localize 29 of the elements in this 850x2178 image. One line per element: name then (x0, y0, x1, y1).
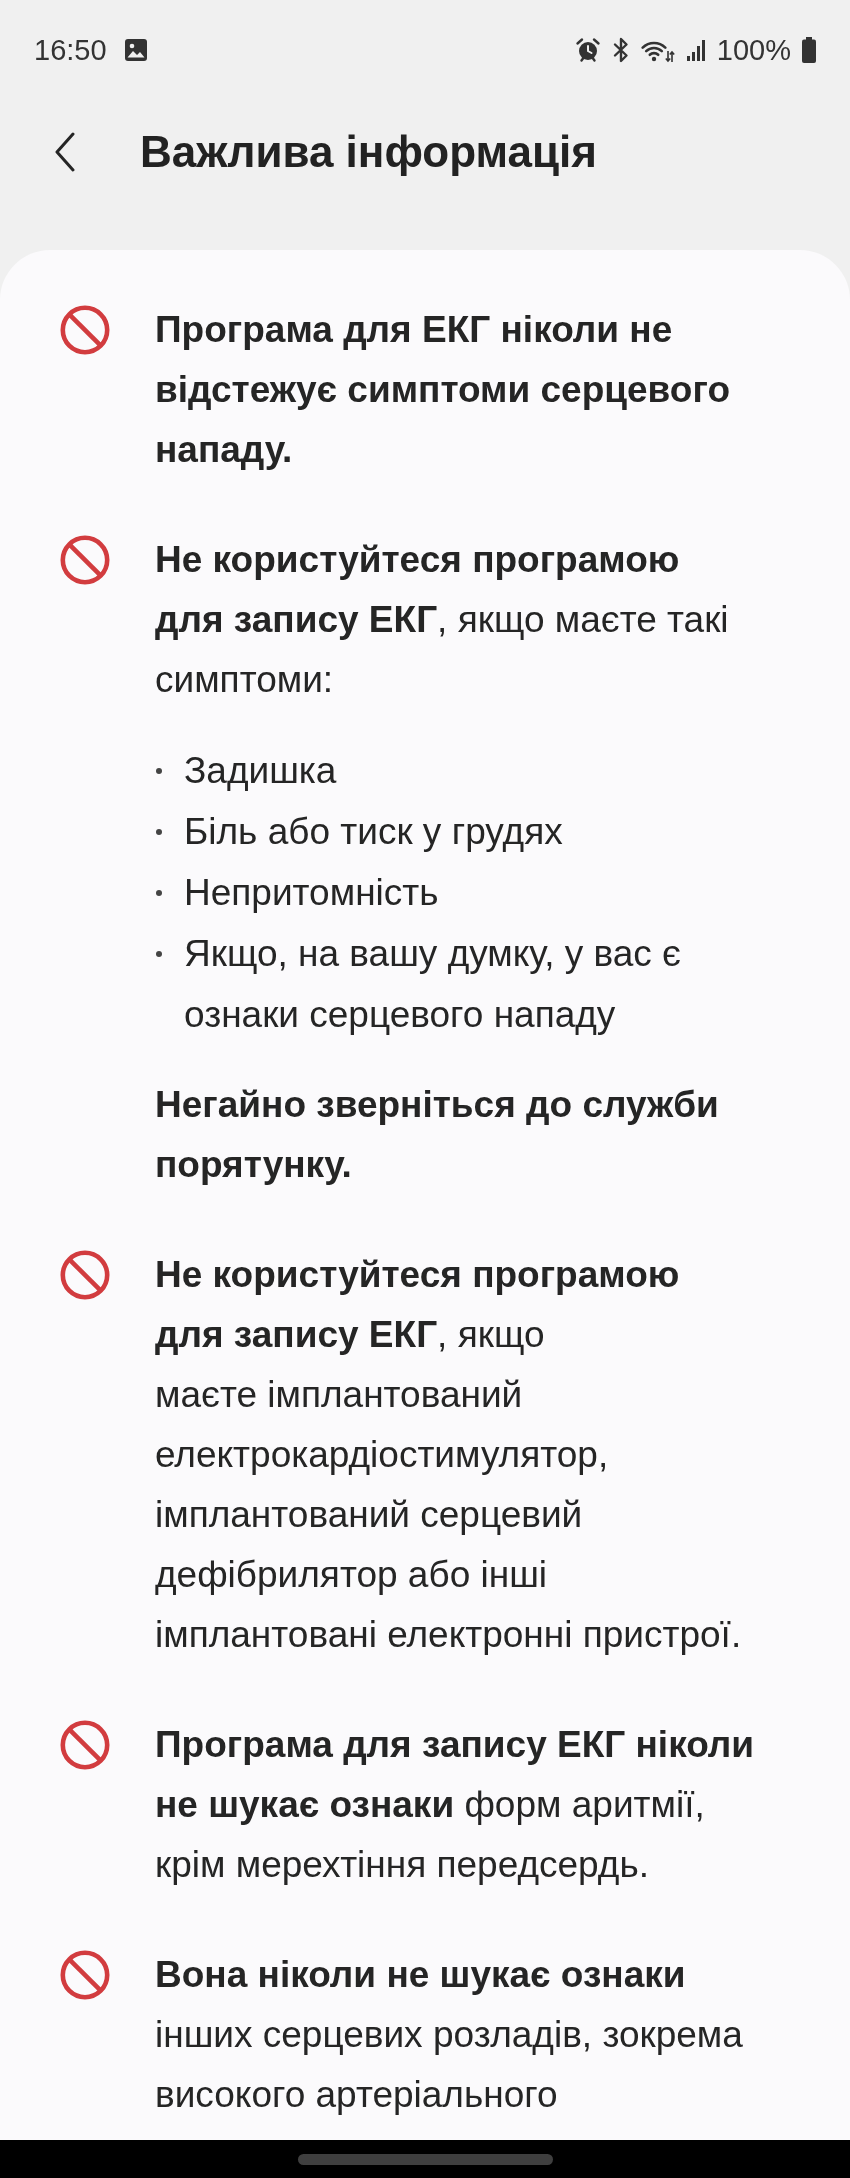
warning-text: Не користуйтеся програмою для запису ЕКГ, якщо маєте такі симптоми: (155, 538, 730, 702)
alarm-icon (574, 37, 601, 63)
bullet-text: Задишка (184, 749, 337, 793)
bullet-text: Біль або тиск у грудях (184, 810, 563, 854)
bullet-icon (156, 951, 162, 957)
bullet-icon (156, 829, 162, 835)
warning-text: Негайно зверніться до служби порятунку. (155, 1083, 720, 1187)
image-icon (123, 38, 148, 62)
bluetooth-icon (611, 37, 630, 63)
back-icon[interactable] (54, 132, 76, 172)
battery-icon (802, 37, 816, 63)
prohibition-icon (60, 1720, 110, 1770)
prohibition-icon (60, 305, 110, 355)
status-time: 16:50 (34, 33, 107, 67)
signal-icon (685, 38, 706, 62)
warning-text: Не користуйтеся програмою для запису ЕКГ, якщо маєте імплантований електрокардіостимулятор, імплантований серцевий дефібрилятор або інші імплантовані електронні пристрої. (155, 1253, 743, 1657)
bullet-text: Якщо, на вашу думку, у вас є ознаки серцевого нападу (184, 932, 682, 1037)
prohibition-icon (60, 535, 110, 585)
home-handle[interactable] (297, 2153, 553, 2165)
warning-text: Програма для запису ЕКГ ніколи не шукає ознаки форм аритмії, крім мерехтіння передсердь. (155, 1723, 756, 1887)
bullet-text: Непритомність (184, 871, 439, 915)
prohibition-icon (60, 1950, 110, 2000)
warning-text: Вона ніколи не шукає ознаки інших серцевих розладів, зокрема високого артеріального (155, 1953, 744, 2117)
page-title: Важлива інформація (140, 126, 597, 178)
battery-percent: 100% (716, 33, 791, 67)
bullet-icon (156, 890, 162, 896)
warning-text: Програма для ЕКГ ніколи не відстежує симптоми серцевого нападу. (155, 308, 731, 472)
bullet-icon (156, 768, 162, 774)
prohibition-icon (60, 1250, 110, 1300)
